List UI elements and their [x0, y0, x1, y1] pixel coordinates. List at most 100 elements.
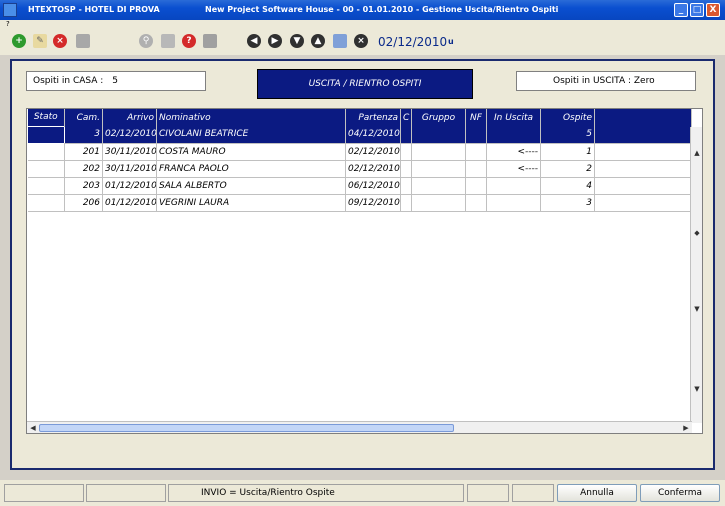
cell-partenza[interactable]: 09/12/2010 [345, 194, 401, 212]
maximize-button[interactable]: □ [690, 3, 704, 17]
search-icon[interactable]: ⚲ [139, 34, 153, 48]
status-panel [4, 484, 84, 502]
cell-in-uscita[interactable] [486, 194, 541, 212]
cell-nominativo[interactable]: COSTA MAURO [156, 143, 346, 161]
cell-in-uscita[interactable]: <---- [486, 143, 541, 161]
cell-cam[interactable]: 3 [64, 126, 103, 144]
arrow-down-icon[interactable]: ▼ [290, 34, 304, 48]
cell-ospite[interactable]: 2 [540, 160, 595, 178]
cell-gruppo[interactable] [411, 194, 466, 212]
col-cam[interactable]: Cam. [64, 109, 103, 126]
cell-gruppo[interactable] [411, 126, 466, 144]
cell-cam[interactable]: 203 [64, 177, 103, 195]
window-title: New Project Software House - 00 - 01.01.… [205, 5, 559, 14]
cell-c[interactable] [400, 177, 412, 195]
cell-ospite[interactable]: 4 [540, 177, 595, 195]
cell-partenza[interactable]: 02/12/2010 [345, 143, 401, 161]
table-row[interactable]: 3 02/12/2010 CIVOLANI BEATRICE 04/12/201… [27, 125, 692, 144]
save-icon[interactable] [203, 34, 217, 48]
scroll-marker-icon[interactable]: ▼ [691, 303, 702, 315]
col-nf[interactable]: NF [465, 109, 487, 126]
scroll-marker-icon[interactable]: ◆ [691, 227, 702, 239]
table-row[interactable]: 202 30/11/2010 FRANCA PAOLO 02/12/2010 <… [27, 160, 692, 178]
cell-arrivo[interactable]: 30/11/2010 [102, 160, 157, 178]
cell-in-uscita[interactable] [486, 126, 541, 144]
print-icon[interactable] [76, 34, 90, 48]
cell-nominativo[interactable]: CIVOLANI BEATRICE [156, 126, 346, 144]
cell-partenza[interactable]: 02/12/2010 [345, 160, 401, 178]
guest-table[interactable]: Stato Cam. Arrivo Nominativo Partenza C … [26, 108, 703, 434]
cell-filler [594, 143, 692, 161]
arrow-up-icon[interactable]: ▲ [311, 34, 325, 48]
cell-nf[interactable] [465, 194, 487, 212]
cell-gruppo[interactable] [411, 143, 466, 161]
tools-icon[interactable] [161, 34, 175, 48]
cell-stato[interactable] [27, 194, 65, 212]
menu-help[interactable]: ? [6, 20, 10, 28]
cell-c[interactable] [400, 194, 412, 212]
arrow-left-icon[interactable]: ◀ [247, 34, 261, 48]
calendar-icon[interactable] [333, 34, 347, 48]
scroll-left-icon[interactable]: ◀ [27, 422, 39, 433]
conferma-button[interactable]: Conferma [640, 484, 720, 502]
cell-c[interactable] [400, 160, 412, 178]
cell-stato[interactable] [27, 125, 65, 144]
cancel-icon[interactable]: × [354, 34, 368, 48]
cell-cam[interactable]: 202 [64, 160, 103, 178]
cell-in-uscita[interactable]: <---- [486, 160, 541, 178]
table-row[interactable]: 201 30/11/2010 COSTA MAURO 02/12/2010 <-… [27, 143, 692, 161]
scroll-right-icon[interactable]: ▶ [680, 422, 692, 433]
cell-arrivo[interactable]: 01/12/2010 [102, 177, 157, 195]
col-partenza[interactable]: Partenza [345, 109, 401, 126]
cell-stato[interactable] [27, 177, 65, 195]
cell-nominativo[interactable]: SALA ALBERTO [156, 177, 346, 195]
table-row[interactable]: 203 01/12/2010 SALA ALBERTO 06/12/2010 4 [27, 177, 692, 195]
col-gruppo[interactable]: Gruppo [411, 109, 466, 126]
arrow-right-icon[interactable]: ▶ [268, 34, 282, 48]
col-stato[interactable]: Stato [27, 109, 65, 126]
cell-nominativo[interactable]: FRANCA PAOLO [156, 160, 346, 178]
cell-c[interactable] [400, 143, 412, 161]
horizontal-scrollbar[interactable]: ◀ ▶ [27, 421, 692, 433]
cell-nominativo[interactable]: VEGRINI LAURA [156, 194, 346, 212]
close-window-button[interactable]: X [706, 3, 720, 17]
cell-nf[interactable] [465, 160, 487, 178]
cell-c[interactable] [400, 126, 412, 144]
scroll-down-icon[interactable]: ▼ [691, 383, 702, 395]
cell-gruppo[interactable] [411, 177, 466, 195]
col-ospite[interactable]: Ospite [540, 109, 595, 126]
cell-nf[interactable] [465, 143, 487, 161]
cell-ospite[interactable]: 3 [540, 194, 595, 212]
cell-nf[interactable] [465, 126, 487, 144]
cell-partenza[interactable]: 04/12/2010 [345, 126, 401, 144]
col-nominativo[interactable]: Nominativo [156, 109, 346, 126]
vertical-scrollbar[interactable]: ▲ ◆ ▼ ▼ [690, 127, 702, 423]
cell-gruppo[interactable] [411, 160, 466, 178]
cell-cam[interactable]: 201 [64, 143, 103, 161]
help-icon[interactable]: ? [182, 34, 196, 48]
cell-filler [594, 194, 692, 212]
scroll-thumb[interactable] [39, 424, 454, 432]
cell-arrivo[interactable]: 30/11/2010 [102, 143, 157, 161]
cell-nf[interactable] [465, 177, 487, 195]
cell-ospite[interactable]: 5 [540, 126, 595, 144]
col-arrivo[interactable]: Arrivo [102, 109, 157, 126]
col-c[interactable]: C [400, 109, 412, 126]
add-icon[interactable]: + [12, 34, 26, 48]
cell-arrivo[interactable]: 02/12/2010 [102, 126, 157, 144]
cell-stato[interactable] [27, 160, 65, 178]
cell-ospite[interactable]: 1 [540, 143, 595, 161]
minimize-button[interactable]: _ [674, 3, 688, 17]
cell-arrivo[interactable]: 01/12/2010 [102, 194, 157, 212]
cell-in-uscita[interactable] [486, 177, 541, 195]
edit-icon[interactable]: ✎ [33, 34, 47, 48]
cell-cam[interactable]: 206 [64, 194, 103, 212]
table-row[interactable]: 206 01/12/2010 VEGRINI LAURA 09/12/2010 … [27, 194, 692, 212]
cell-partenza[interactable]: 06/12/2010 [345, 177, 401, 195]
scroll-up-icon[interactable]: ▲ [691, 147, 702, 159]
annulla-button[interactable]: Annulla [557, 484, 637, 502]
cell-stato[interactable] [27, 143, 65, 161]
app-icon[interactable] [3, 3, 17, 17]
delete-icon[interactable]: × [53, 34, 67, 48]
col-in-uscita[interactable]: In Uscita [486, 109, 541, 126]
